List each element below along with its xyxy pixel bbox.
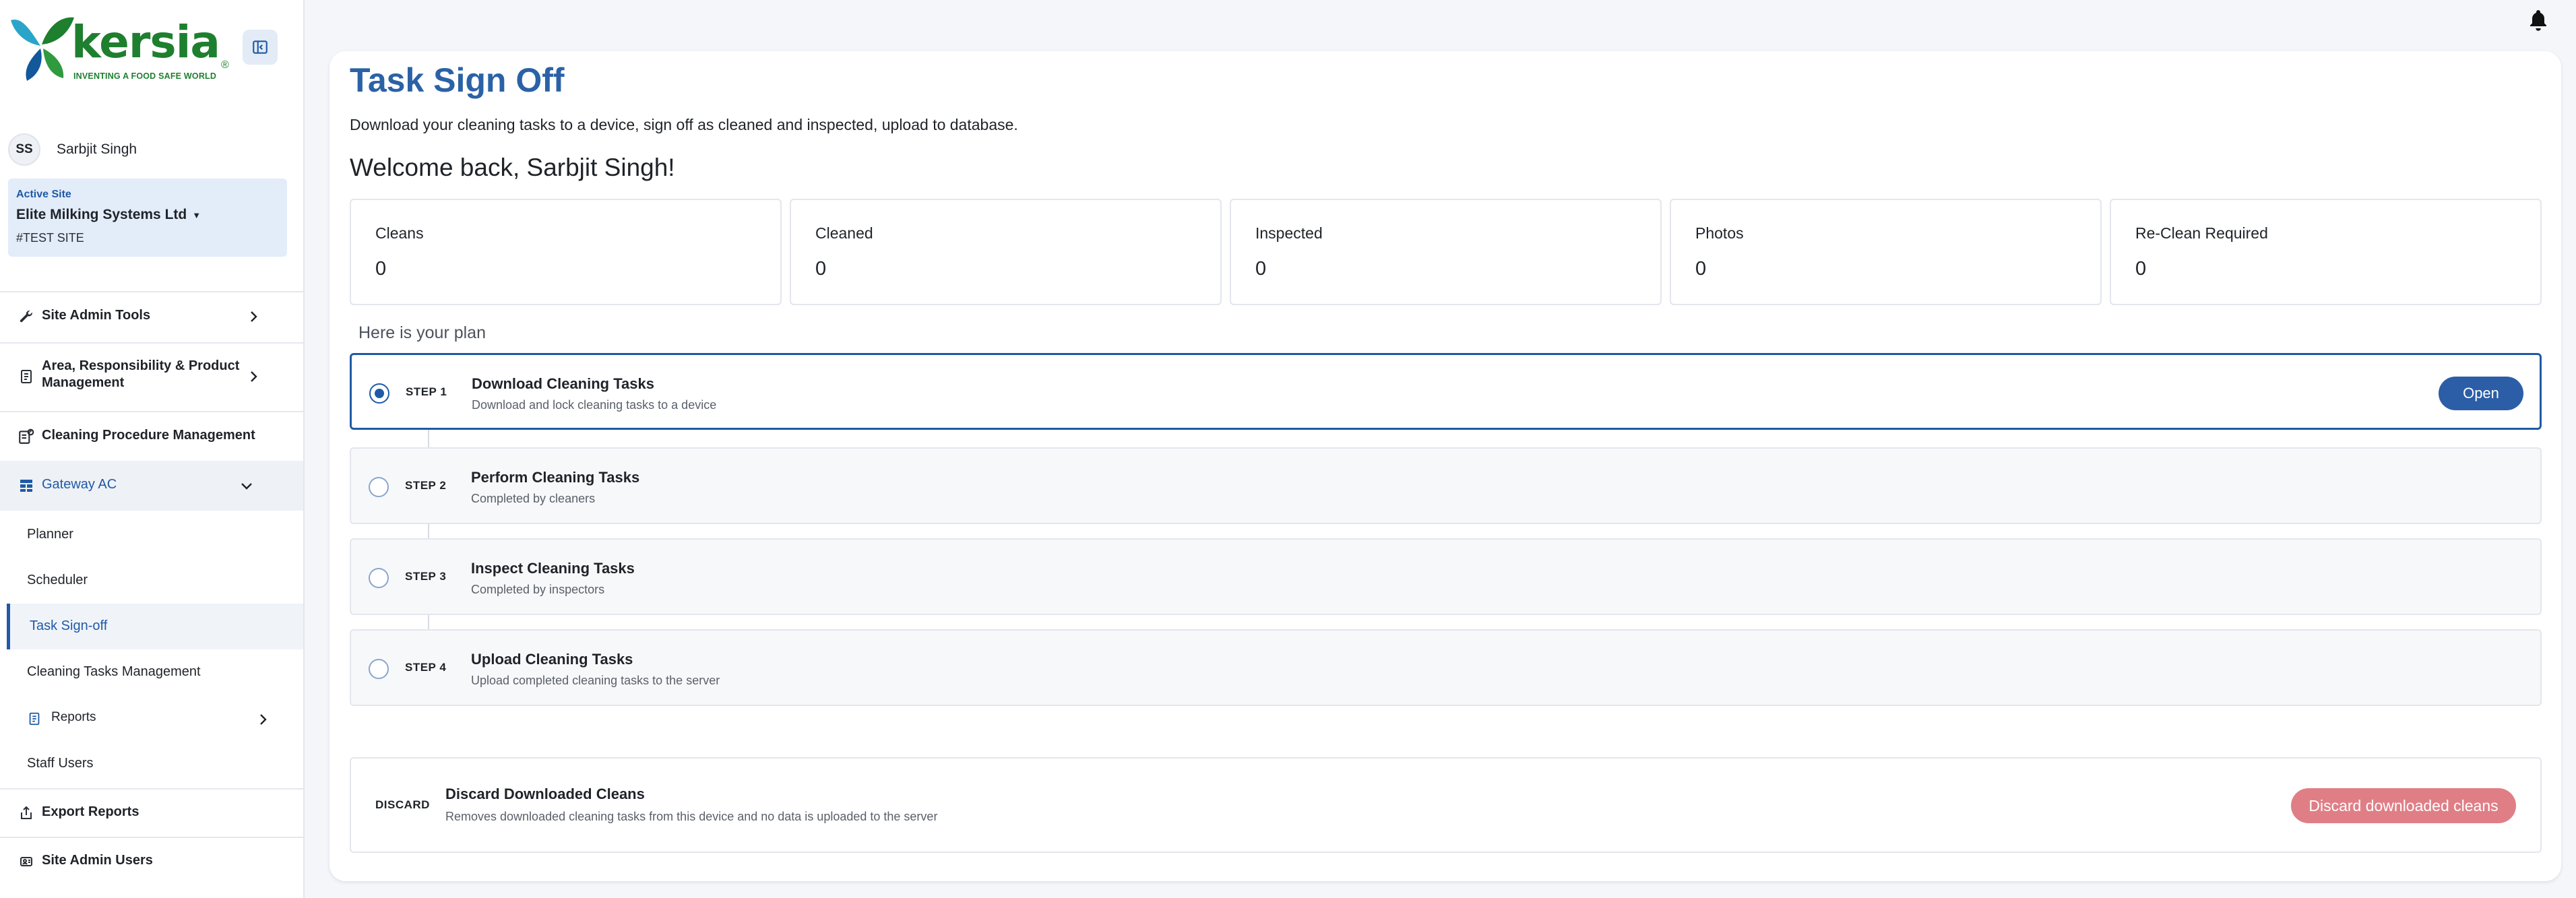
sidebar-item-label: Site Admin Tools: [42, 308, 151, 323]
stat-value: 0: [375, 258, 387, 280]
user-name: Sarbjit Singh: [57, 141, 137, 157]
sidebar-item-label: Export Reports: [42, 804, 139, 819]
collapse-sidebar-button[interactable]: [243, 30, 278, 65]
user-profile[interactable]: SS Sarbjit Singh: [8, 133, 137, 166]
stat-value: 0: [1695, 258, 1707, 280]
logo-registered-mark: ®: [221, 59, 229, 71]
open-button[interactable]: Open: [2439, 377, 2523, 410]
stat-card-cleans: Cleans 0: [350, 199, 782, 305]
step-subtitle: Completed by inspectors: [471, 583, 605, 596]
stat-label: Photos: [1695, 224, 1744, 242]
step-title: Inspect Cleaning Tasks: [471, 560, 635, 577]
stat-label: Cleans: [375, 224, 424, 242]
stat-card-photos: Photos 0: [1670, 199, 2102, 305]
step-subtitle: Download and lock cleaning tasks to a de…: [472, 398, 717, 412]
step-number: STEP 3: [405, 570, 447, 583]
step-download-cleaning-tasks[interactable]: STEP 1 Download Cleaning Tasks Download …: [350, 353, 2542, 430]
discard-title: Discard Downloaded Cleans: [445, 785, 645, 802]
step-title: Download Cleaning Tasks: [472, 375, 654, 392]
document-icon: [18, 368, 35, 385]
chevron-down-icon: [241, 483, 252, 490]
stat-value: 0: [1255, 258, 1267, 280]
stat-card-cleaned: Cleaned 0: [790, 199, 1222, 305]
stat-label: Inspected: [1255, 224, 1323, 242]
stat-card-re-clean-required: Re-Clean Required 0: [2110, 199, 2542, 305]
sidebar-item-site-admin-users[interactable]: Site Admin Users: [0, 838, 303, 885]
avatar: SS: [8, 133, 40, 166]
discard-downloaded-cleans-section: DISCARD Discard Downloaded Cleans Remove…: [350, 757, 2542, 853]
sidebar-item-label: Cleaning Procedure Management: [42, 428, 255, 443]
step-subtitle: Upload completed cleaning tasks to the s…: [471, 674, 720, 687]
active-site-dropdown[interactable]: Elite Milking Systems Ltd ▼: [16, 207, 201, 223]
logo-wordmark: kersia: [71, 16, 220, 68]
stat-value: 0: [2135, 258, 2147, 280]
step-title: Perform Cleaning Tasks: [471, 469, 640, 486]
sidebar-item-site-admin-tools[interactable]: Site Admin Tools: [0, 291, 303, 342]
sidebar-subitem-reports[interactable]: Reports: [0, 697, 303, 741]
sidebar-item-label-line2: Management: [42, 375, 125, 390]
discard-tag: DISCARD: [375, 798, 430, 811]
wrench-icon: [18, 308, 35, 325]
task-sign-off-panel: Task Sign Off Download your cleaning tas…: [329, 51, 2561, 881]
active-site-selector[interactable]: Active Site Elite Milking Systems Ltd ▼ …: [8, 179, 287, 257]
report-icon: [26, 710, 43, 728]
step-upload-cleaning-tasks[interactable]: STEP 4 Upload Cleaning Tasks Upload comp…: [350, 629, 2542, 706]
discard-subtitle: Removes downloaded cleaning tasks from t…: [445, 810, 938, 823]
sidebar-subitem-cleaning-tasks-management[interactable]: Cleaning Tasks Management: [27, 664, 201, 680]
sidebar-item-label: Area, Responsibility & Product: [42, 358, 240, 373]
grid-icon: [18, 477, 35, 494]
chevron-right-icon: [251, 371, 257, 382]
sidebar-item-label: Reports: [51, 710, 96, 724]
active-site-label: Active Site: [16, 189, 71, 200]
stat-label: Cleaned: [815, 224, 873, 242]
step-radio[interactable]: [369, 568, 389, 588]
step-connector: [428, 430, 429, 447]
sidebar-item-label: Gateway AC: [42, 477, 117, 492]
sidebar-subitem-planner[interactable]: Planner: [27, 527, 73, 542]
step-radio[interactable]: [369, 659, 389, 679]
caret-down-icon: ▼: [192, 210, 201, 220]
plan-heading: Here is your plan: [358, 323, 486, 342]
active-item-indicator: [7, 604, 10, 649]
stat-card-inspected: Inspected 0: [1230, 199, 1662, 305]
step-number: STEP 2: [405, 479, 447, 492]
sidebar-item-label: Site Admin Users: [42, 853, 153, 868]
sidebar-subitem-staff-users[interactable]: Staff Users: [27, 756, 94, 771]
kersia-leaf-logo-icon: [11, 17, 74, 81]
logo-tagline: INVENTING A FOOD SAFE WORLD: [73, 71, 217, 81]
step-number: STEP 4: [405, 661, 447, 674]
discard-downloaded-cleans-button[interactable]: Discard downloaded cleans: [2291, 788, 2516, 823]
welcome-message: Welcome back, Sarbjit Singh!: [350, 154, 675, 181]
step-number: STEP 1: [406, 385, 447, 398]
active-site-code: #TEST SITE: [16, 231, 84, 245]
sidebar-item-gateway-ac[interactable]: Gateway AC: [0, 461, 303, 511]
kersia-logo[interactable]: kersia ® INVENTING A FOOD SAFE WORLD: [7, 11, 229, 86]
sidebar-item-export-reports[interactable]: Export Reports: [0, 790, 303, 837]
page-title: Task Sign Off: [350, 61, 565, 99]
stat-value: 0: [815, 258, 827, 280]
sidebar-item-cleaning-procedure-management[interactable]: Cleaning Procedure Management: [0, 412, 303, 461]
sidebar: kersia ® INVENTING A FOOD SAFE WORLD SS …: [0, 0, 305, 898]
notification-bell-icon[interactable]: [2526, 8, 2550, 32]
stat-label: Re-Clean Required: [2135, 224, 2268, 242]
step-subtitle: Completed by cleaners: [471, 492, 596, 505]
step-title: Upload Cleaning Tasks: [471, 651, 633, 668]
page-description: Download your cleaning tasks to a device…: [350, 116, 1018, 133]
chevron-right-icon: [260, 714, 267, 725]
chevron-right-icon: [251, 311, 257, 322]
sidebar-toggle-icon: [253, 40, 268, 54]
step-inspect-cleaning-tasks[interactable]: STEP 3 Inspect Cleaning Tasks Completed …: [350, 538, 2542, 615]
users-icon: [18, 853, 35, 870]
export-icon: [18, 804, 35, 822]
step-radio[interactable]: [369, 477, 389, 497]
step-radio-selected[interactable]: [369, 383, 389, 404]
sidebar-item-area-responsibility-product-management[interactable]: Area, Responsibility & Product Managemen…: [0, 344, 303, 411]
procedure-icon: [18, 428, 35, 445]
step-perform-cleaning-tasks[interactable]: STEP 2 Perform Cleaning Tasks Completed …: [350, 447, 2542, 524]
active-site-name: Elite Milking Systems Ltd: [16, 207, 187, 222]
sidebar-subitem-task-sign-off[interactable]: Task Sign-off: [30, 618, 107, 634]
sidebar-subitem-scheduler[interactable]: Scheduler: [27, 573, 88, 588]
